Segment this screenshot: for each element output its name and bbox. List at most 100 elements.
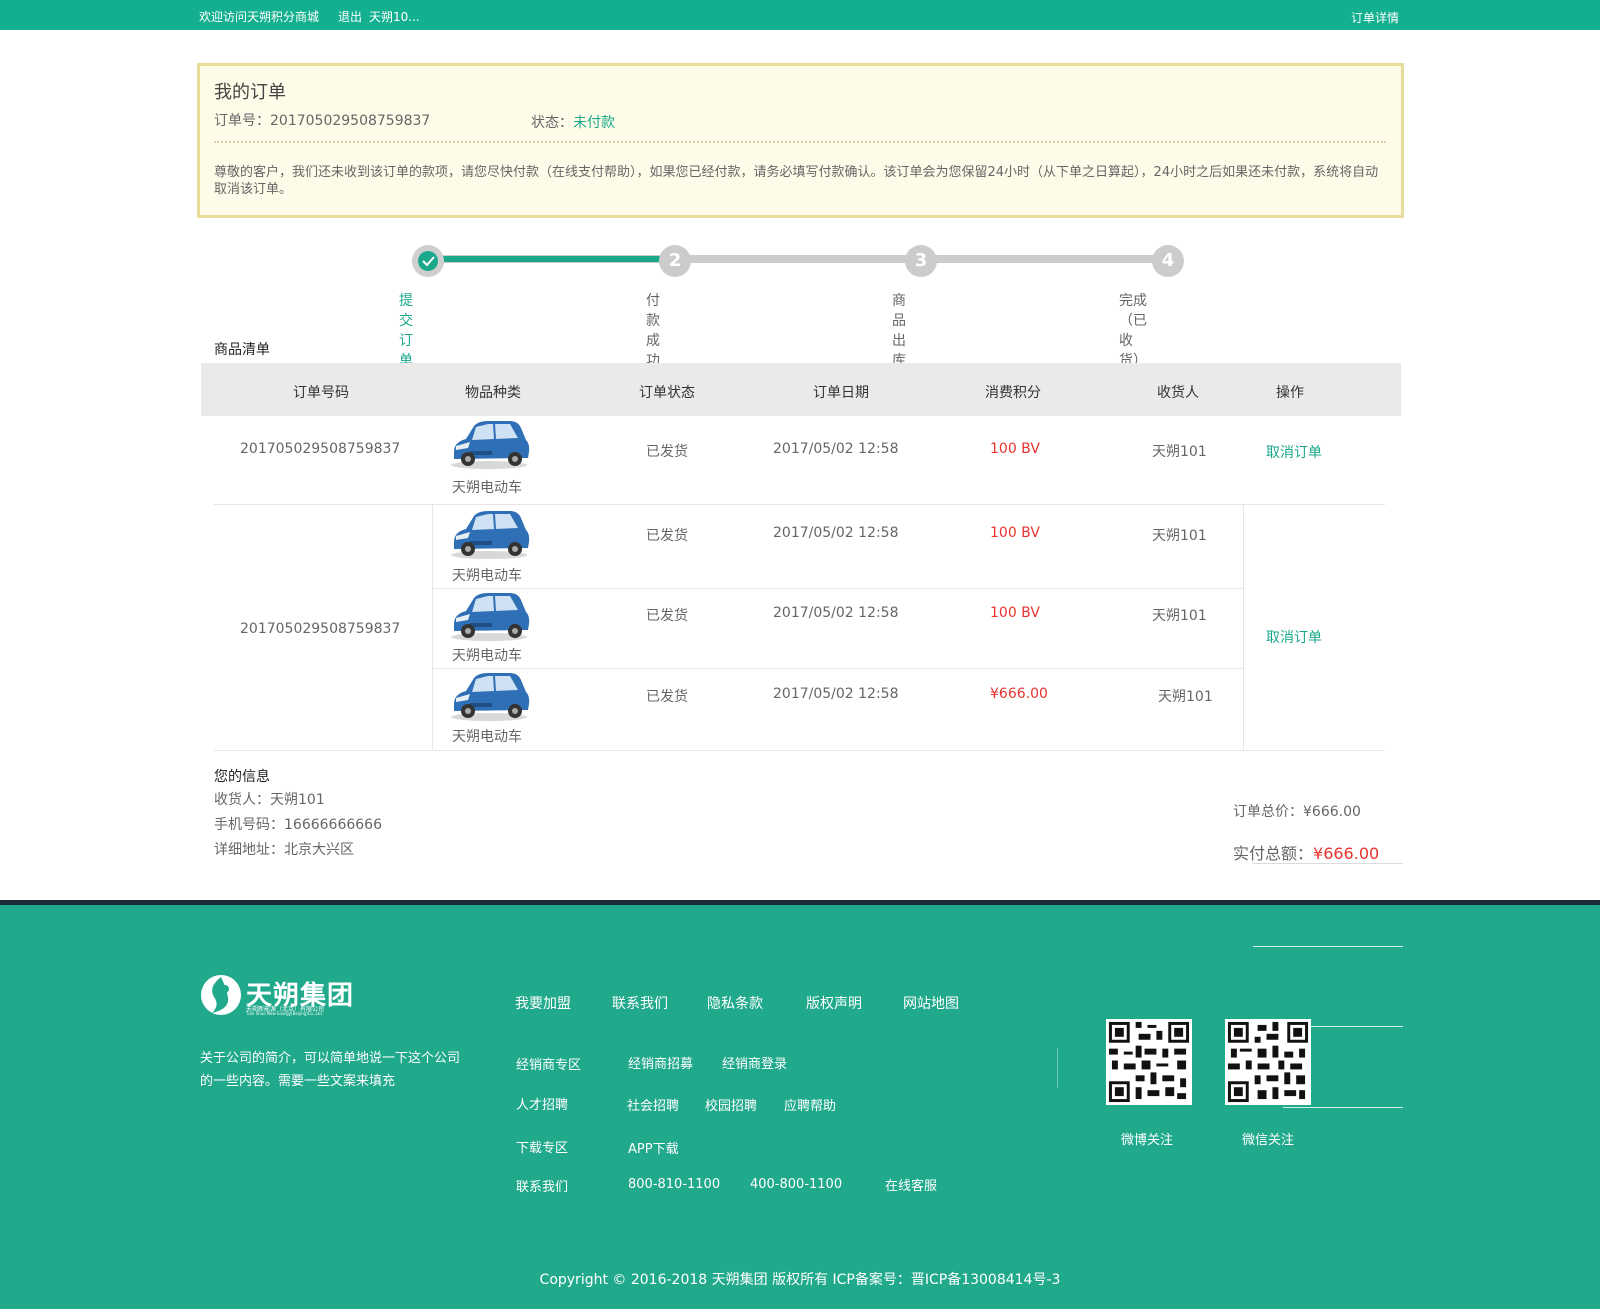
status-cell: 已发货: [646, 689, 688, 705]
footer-label-jobs: 人才招聘: [516, 1098, 569, 1113]
row-divider: [214, 750, 1385, 751]
campus-recruit-link[interactable]: 校园招聘: [705, 1095, 757, 1114]
receiver-cell: 天朔101: [1152, 608, 1207, 624]
footer-nav-contact[interactable]: 联系我们: [612, 993, 668, 1013]
wechat-follow-label: 微信关注: [1242, 1133, 1295, 1148]
points-cell: 100 BV: [990, 441, 1040, 457]
job-help-link[interactable]: 应聘帮助: [784, 1095, 836, 1114]
phone-info: 手机号码：16666666666: [214, 817, 382, 833]
step-2-label: 付款成功: [646, 293, 660, 369]
receiver-info: 收货人：天朔101: [214, 792, 325, 808]
social-recruit-link[interactable]: 社会招聘: [627, 1095, 679, 1114]
username-link[interactable]: 天朔10...: [369, 8, 420, 25]
receiver-cell: 天朔101: [1152, 528, 1207, 544]
state-value: 未付款: [573, 115, 615, 131]
footer: 天朔集团 天朔新能源（北京）有限公司 Tian Shuo New Energy(…: [0, 905, 1600, 1309]
step-4-label: 完成（已收货）: [1119, 293, 1147, 369]
weibo-follow-label: 微博关注: [1121, 1133, 1174, 1148]
th-points: 消费积分: [985, 385, 1041, 401]
date-cell: 2017/05/02 12:58: [773, 525, 899, 541]
footer-decor-line: [1253, 946, 1403, 947]
paid-underline: [1253, 863, 1403, 864]
goods-title: 商品清单: [214, 342, 270, 358]
table-header: 订单号码 物品种类 订单状态 订单日期 消费积分 收货人 操作: [201, 363, 1401, 416]
notice-message: 尊敬的客户，我们还未收到该订单的款项，请您尽快付款（在线支付帮助），如果您已经付…: [214, 165, 1379, 197]
brand-subtitle-en: Tian Shuo New Energy(Beijing)Co.,Ltd.: [246, 1011, 324, 1016]
notice-title: 我的订单: [214, 82, 286, 103]
date-cell: 2017/05/02 12:58: [773, 605, 899, 621]
phone-1[interactable]: 800-810-1100: [628, 1177, 720, 1192]
status-cell: 已发货: [646, 444, 688, 460]
top-bar: 欢迎访问天朔积分商城 退出 天朔10... 订单详情: [0, 0, 1600, 30]
cancel-order-button[interactable]: 取消订单: [1266, 627, 1322, 647]
column-divider: [1243, 504, 1244, 751]
cancel-order-button[interactable]: 取消订单: [1266, 442, 1322, 462]
product-name[interactable]: 天朔电动车: [452, 645, 522, 665]
dealer-login-link[interactable]: 经销商登录: [722, 1053, 787, 1072]
order-number-cell: 201705029508759837: [240, 441, 401, 457]
receiver-cell: 天朔101: [1152, 444, 1207, 460]
info-title: 您的信息: [214, 769, 270, 785]
footer-decor-line: [1283, 1107, 1403, 1108]
progress-track-done: [428, 256, 676, 262]
logo-icon: [201, 975, 241, 1015]
step-1-label: 提交订单: [399, 293, 413, 369]
wechat-qr-code: [1225, 1019, 1311, 1105]
footer-nav-copyright[interactable]: 版权声明: [806, 993, 862, 1013]
product-name[interactable]: 天朔电动车: [452, 726, 522, 746]
online-service-link[interactable]: 在线客服: [885, 1175, 937, 1194]
step-1-dot: [412, 245, 444, 277]
item-divider: [432, 588, 1243, 589]
product-image[interactable]: [448, 670, 530, 722]
paid-total: 实付总额：¥666.00: [1233, 840, 1379, 864]
address-info: 详细地址：北京大兴区: [214, 842, 354, 858]
footer-nav-privacy[interactable]: 隐私条款: [707, 993, 763, 1013]
paid-label: 实付总额：: [1233, 844, 1314, 863]
product-image[interactable]: [448, 418, 530, 470]
logout-link[interactable]: 退出: [338, 8, 362, 25]
product-image[interactable]: [448, 590, 530, 642]
weibo-qr-code: [1106, 1019, 1192, 1105]
footer-nav-join[interactable]: 我要加盟: [515, 993, 571, 1013]
copyright-text: Copyright © 2016-2018 天朔集团 版权所有 ICP备案号：晋…: [539, 1272, 1061, 1288]
th-status: 订单状态: [639, 385, 695, 401]
points-cell: 100 BV: [990, 605, 1040, 621]
product-name[interactable]: 天朔电动车: [452, 565, 522, 585]
state-label: 状态：: [531, 115, 573, 131]
product-name[interactable]: 天朔电动车: [452, 477, 522, 497]
footer-label-dealer: 经销商专区: [516, 1058, 582, 1073]
phone-2[interactable]: 400-800-1100: [750, 1177, 842, 1192]
order-number: 订单号：201705029508759837: [214, 113, 431, 129]
order-detail-link[interactable]: 订单详情: [1351, 9, 1399, 26]
status-cell: 已发货: [646, 528, 688, 544]
app-download-link[interactable]: APP下载: [628, 1138, 679, 1157]
footer-divider: [1057, 1048, 1058, 1088]
receiver-cell: 天朔101: [1158, 689, 1213, 705]
th-date: 订单日期: [813, 385, 869, 401]
order-number-cell: 201705029508759837: [240, 621, 401, 637]
item-divider: [432, 668, 1243, 669]
dealer-recruit-link[interactable]: 经销商招募: [628, 1053, 693, 1072]
order-state: 状态：未付款: [531, 112, 615, 132]
points-cell: 100 BV: [990, 525, 1040, 541]
company-about: 关于公司的简介，可以简单地说一下这个公司的一些内容。需要一些文案来填充: [200, 1051, 461, 1089]
step-2-dot: 2: [659, 245, 691, 277]
footer-nav-sitemap[interactable]: 网站地图: [903, 993, 959, 1013]
paid-amount: ¥666.00: [1313, 844, 1380, 863]
dotted-divider: [214, 141, 1386, 143]
th-order-no: 订单号码: [293, 385, 349, 401]
footer-label-contact: 联系我们: [516, 1180, 569, 1195]
th-action: 操作: [1276, 385, 1304, 401]
step-4-dot: 4: [1152, 245, 1184, 277]
status-cell: 已发货: [646, 608, 688, 624]
th-receiver: 收货人: [1157, 385, 1199, 401]
column-divider: [432, 504, 433, 751]
check-icon: [422, 256, 435, 267]
step-3-label: 商品出库: [892, 293, 906, 369]
footer-label-download: 下载专区: [516, 1141, 569, 1156]
date-cell: 2017/05/02 12:58: [773, 441, 899, 457]
step-3-dot: 3: [905, 245, 937, 277]
company-logo[interactable]: 天朔集团 天朔新能源（北京）有限公司 Tian Shuo New Energy(…: [200, 973, 360, 1019]
welcome-text: 欢迎访问天朔积分商城: [199, 10, 320, 24]
product-image[interactable]: [448, 508, 530, 560]
